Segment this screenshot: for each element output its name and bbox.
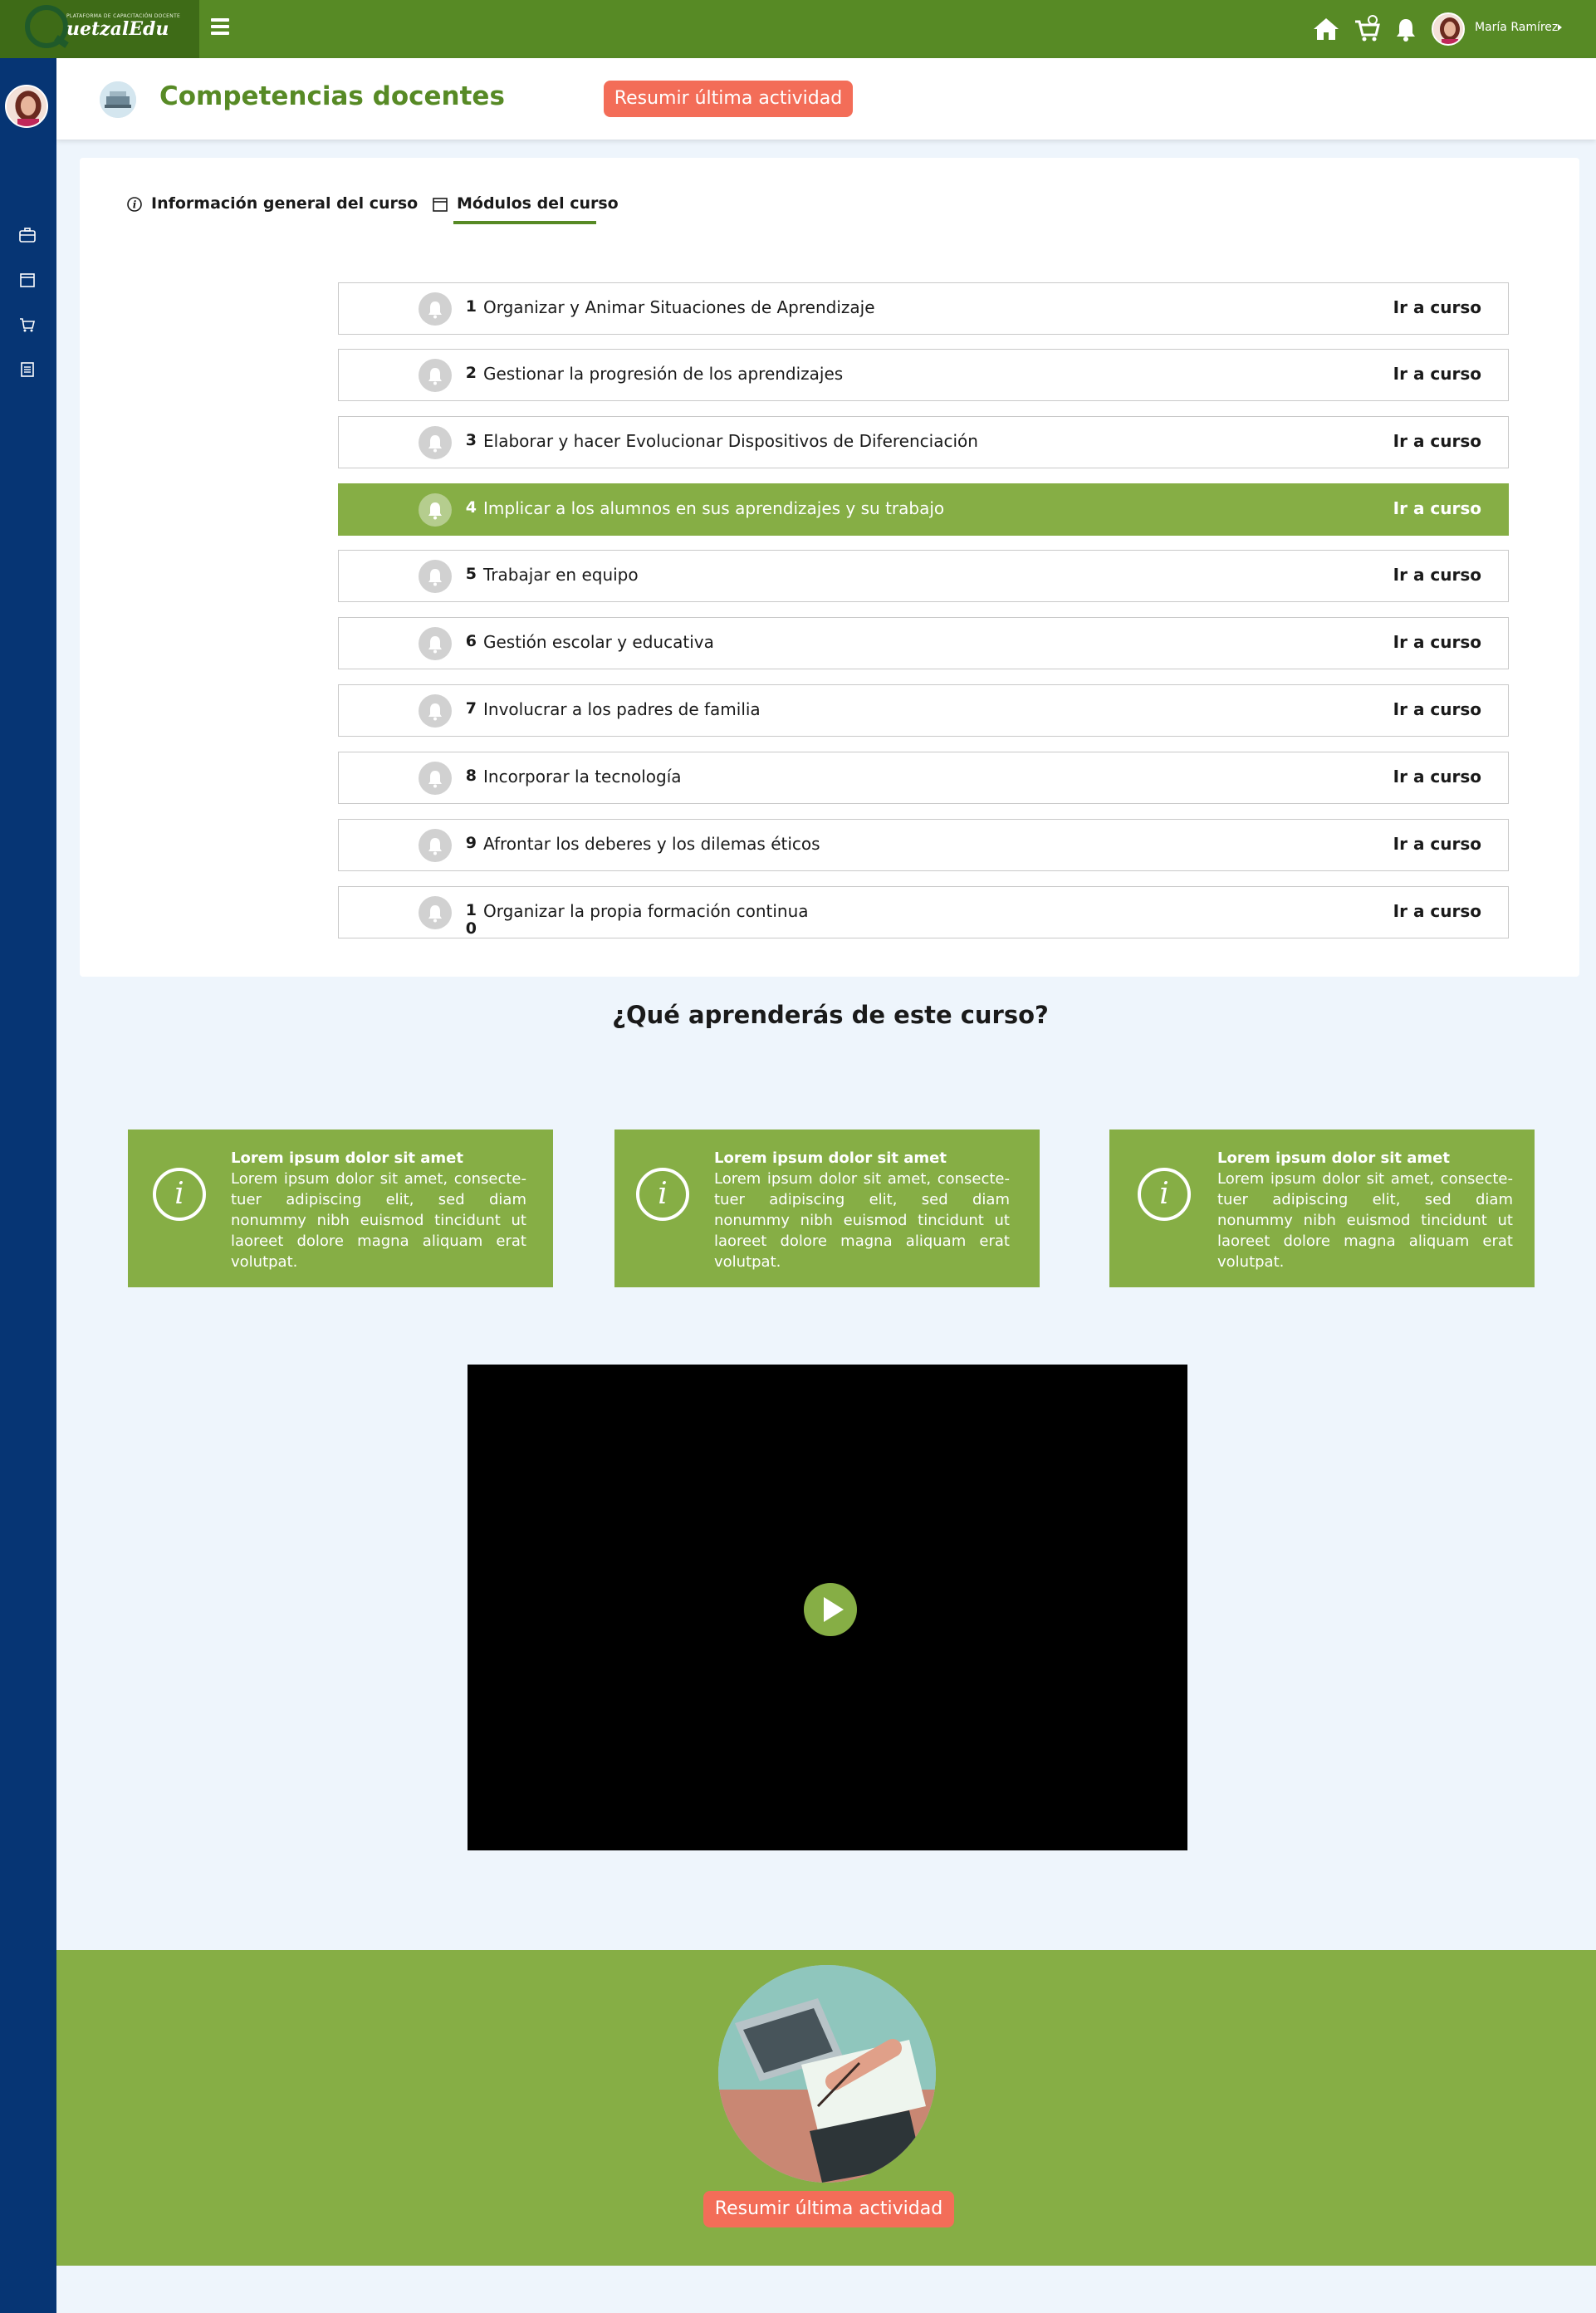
module-row[interactable]: 6 Gestión escolar y educativa Ir a curso <box>338 617 1509 669</box>
page-header: Competencias docentes Resumir última act… <box>56 58 1596 140</box>
play-icon[interactable] <box>804 1583 857 1636</box>
module-row[interactable]: 9 Afrontar los deberes y los dilemas étic… <box>338 819 1509 871</box>
resume-activity-button[interactable]: Resumir última actividad <box>604 81 853 117</box>
info-card: i Lorem ipsum dolor sit amet Lorem ipsum … <box>614 1130 1040 1287</box>
bell-icon <box>419 426 452 459</box>
info-icon: i <box>1138 1168 1191 1221</box>
avatar[interactable] <box>1432 12 1465 46</box>
module-title: Organizar la propia formación continua <box>483 901 809 921</box>
tab-label: Módulos del curso <box>457 194 619 213</box>
info-card-heading: Lorem ipsum dolor sit amet <box>1217 1149 1450 1167</box>
module-row[interactable]: 1 0 Organizar la propia formación continu… <box>338 886 1509 938</box>
bell-icon[interactable] <box>1392 15 1420 43</box>
learn-section-title: ¿Qué aprenderás de este curso? <box>612 1001 1049 1029</box>
go-to-course-link[interactable]: Ir a curso <box>1393 699 1481 719</box>
bell-icon <box>419 493 452 527</box>
go-to-course-link[interactable]: Ir a curso <box>1393 901 1481 921</box>
user-name[interactable]: María Ramírez <box>1475 21 1558 34</box>
bell-icon <box>419 694 452 728</box>
bell-icon <box>419 359 452 392</box>
info-card-heading: Lorem ipsum dolor sit amet <box>231 1149 463 1167</box>
active-tab-underline <box>453 221 596 224</box>
module-title: Afrontar los deberes y los dilemas ético… <box>483 834 820 854</box>
info-icon: i <box>127 196 142 212</box>
module-number: 1 <box>465 297 477 316</box>
go-to-course-link[interactable]: Ir a curso <box>1393 834 1481 854</box>
module-number: 8 <box>465 767 477 785</box>
tab-label: Información general del curso <box>151 194 419 213</box>
module-title: Implicar a los alumnos en sus aprendizaj… <box>483 498 945 518</box>
module-row[interactable]: 4 Implicar a los alumnos en sus aprendiza… <box>338 483 1509 536</box>
go-to-course-link[interactable]: Ir a curso <box>1393 767 1481 787</box>
bell-icon <box>419 762 452 795</box>
module-row[interactable]: 1 Organizar y Animar Situaciones de Apren… <box>338 282 1509 335</box>
module-title: Organizar y Animar Situaciones de Aprend… <box>483 297 875 317</box>
module-number: 2 <box>465 364 477 382</box>
module-row[interactable]: 7 Involucrar a los padres de familia Ir a … <box>338 684 1509 737</box>
module-number: 9 <box>465 834 477 852</box>
info-icon: i <box>153 1168 206 1221</box>
module-title: Trabajar en equipo <box>483 565 639 585</box>
module-row[interactable]: 3 Elaborar y hacer Evolucionar Dispositiv… <box>338 416 1509 468</box>
module-number: 1 0 <box>465 901 477 938</box>
go-to-course-link[interactable]: Ir a curso <box>1393 565 1481 585</box>
video-player[interactable] <box>468 1365 1187 1850</box>
module-row[interactable]: 5 Trabajar en equipo Ir a curso <box>338 550 1509 602</box>
module-number: 7 <box>465 699 477 718</box>
info-card: i Lorem ipsum dolor sit amet Lorem ipsum … <box>128 1130 553 1287</box>
info-icon: i <box>636 1168 689 1221</box>
go-to-course-link[interactable]: Ir a curso <box>1393 364 1481 384</box>
svg-text:i: i <box>133 198 137 210</box>
module-row[interactable]: 2 Gestionar la progresión de los aprendiz… <box>338 349 1509 401</box>
go-to-course-link[interactable]: Ir a curso <box>1393 431 1481 451</box>
module-title: Involucrar a los padres de familia <box>483 699 761 719</box>
info-card-heading: Lorem ipsum dolor sit amet <box>714 1149 947 1167</box>
top-bar: PLATAFORMA DE CAPACITACIÓN DOCENTE uetza… <box>0 0 1596 58</box>
module-title: Gestión escolar y educativa <box>483 632 714 652</box>
sidebar <box>0 58 56 2313</box>
go-to-course-link[interactable]: Ir a curso <box>1393 297 1481 317</box>
module-title: Gestionar la progresión de los aprendiza… <box>483 364 844 384</box>
info-card-body: Lorem ipsum dolor sit amet, consecte-tue… <box>714 1170 1010 1271</box>
document-icon[interactable] <box>18 360 37 379</box>
logo-text: uetzalEdu <box>66 18 169 40</box>
module-number: 3 <box>465 431 477 449</box>
bell-icon <box>419 627 452 660</box>
menu-icon[interactable] <box>211 18 229 35</box>
info-card: i Lorem ipsum dolor sit amet Lorem ipsum … <box>1109 1130 1535 1287</box>
tab-general-info[interactable]: i Información general del curso <box>126 194 418 213</box>
briefcase-icon[interactable] <box>18 226 37 244</box>
bell-icon <box>419 292 452 326</box>
sidebar-avatar[interactable] <box>5 85 48 128</box>
resume-activity-button[interactable]: Resumir última actividad <box>703 2191 954 2227</box>
calendar-icon <box>433 197 448 212</box>
footer-banner: Resumir última actividad <box>56 1950 1596 2266</box>
cart-icon[interactable] <box>18 316 37 334</box>
bell-icon <box>419 560 452 593</box>
module-row[interactable]: 8 Incorporar la tecnología Ir a curso <box>338 752 1509 804</box>
caret-icon[interactable] <box>1558 24 1562 31</box>
module-number: 5 <box>465 565 477 583</box>
course-thumbnail <box>100 81 136 118</box>
info-card-body: Lorem ipsum dolor sit amet, consecte-tue… <box>1217 1170 1513 1271</box>
info-card-body: Lorem ipsum dolor sit amet, consecte-tue… <box>231 1170 526 1271</box>
tab-modules[interactable]: Módulos del curso <box>432 194 619 224</box>
logo[interactable]: PLATAFORMA DE CAPACITACIÓN DOCENTE uetza… <box>0 0 199 58</box>
page-title: Competencias docentes <box>159 81 505 111</box>
bell-icon <box>419 829 452 862</box>
module-title: Elaborar y hacer Evolucionar Dispositivo… <box>483 431 978 451</box>
cart-icon[interactable] <box>1354 15 1382 43</box>
home-icon[interactable] <box>1312 15 1340 43</box>
logo-q-mark <box>25 5 68 48</box>
module-number: 6 <box>465 632 477 650</box>
bell-icon <box>419 896 452 929</box>
footer-photo <box>718 1965 936 2183</box>
module-title: Incorporar la tecnología <box>483 767 682 787</box>
go-to-course-link[interactable]: Ir a curso <box>1393 632 1481 652</box>
calendar-icon[interactable] <box>18 271 37 289</box>
go-to-course-link[interactable]: Ir a curso <box>1393 498 1481 518</box>
module-number: 4 <box>465 498 477 517</box>
